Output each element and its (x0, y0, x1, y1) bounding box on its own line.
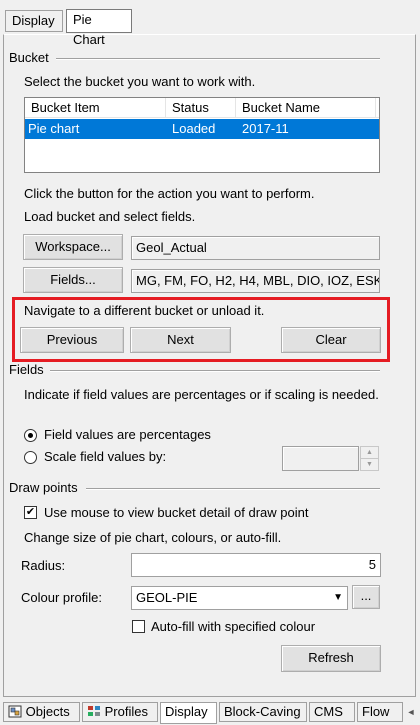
column-header-status[interactable]: Status (166, 98, 236, 118)
bucket-instruction: Select the bucket you want to work with. (24, 74, 256, 89)
colour-profile-browse-button[interactable]: ... (352, 585, 380, 609)
colour-profile-label: Colour profile: (21, 590, 102, 605)
tab-display[interactable]: Display (5, 10, 63, 32)
scale-radio-label[interactable]: Scale field values by: (44, 449, 166, 465)
colour-profile-select[interactable]: GEOL-PIE ▼ (131, 586, 348, 610)
chevron-down-icon[interactable]: ▼ (333, 587, 343, 609)
draw-points-group-divider (86, 488, 380, 490)
refresh-button[interactable]: Refresh (281, 645, 381, 672)
fields-group-title: Fields (9, 362, 44, 377)
table-row[interactable]: Pie chart Loaded 2017-11 (25, 119, 379, 139)
fields-instruction: Indicate if field values are percentages… (24, 387, 379, 402)
fields-field[interactable]: MG, FM, FO, H2, H4, MBL, DIO, IOZ, ESK, (131, 269, 380, 293)
tab-profiles-label: Profiles (104, 704, 148, 719)
load-instruction: Load bucket and select fields. (24, 209, 196, 224)
use-mouse-label[interactable]: Use mouse to view bucket detail of draw … (44, 505, 308, 521)
colour-profile-value: GEOL-PIE (136, 590, 198, 605)
workspace-button[interactable]: Workspace... (23, 234, 123, 260)
row-bucket-item: Pie chart (28, 121, 80, 136)
scale-radio[interactable] (24, 451, 37, 464)
next-button[interactable]: Next (130, 327, 231, 353)
spinner-down-icon[interactable]: ▼ (361, 459, 378, 470)
radius-label: Radius: (21, 558, 66, 573)
clear-button[interactable]: Clear (281, 327, 381, 353)
objects-icon (8, 705, 22, 718)
previous-button[interactable]: Previous (20, 327, 124, 353)
spinner-up-icon[interactable]: ▲ (361, 447, 378, 459)
profiles-icon (88, 706, 100, 716)
column-header-bucket-item[interactable]: Bucket Item (25, 98, 166, 118)
use-mouse-checkbox[interactable]: ✔ (24, 506, 37, 519)
column-header-bucket-name[interactable]: Bucket Name (236, 98, 376, 118)
tab-block-caving[interactable]: Block-Caving (219, 702, 307, 722)
tab-flow[interactable]: Flow (357, 702, 403, 722)
autofill-checkbox[interactable] (132, 620, 145, 633)
workspace-field[interactable]: Geol_Actual (131, 236, 380, 260)
tab-pie-chart[interactable]: Pie Chart (66, 9, 132, 47)
fields-button[interactable]: Fields... (23, 267, 123, 293)
radius-input[interactable]: 5 (131, 553, 381, 577)
action-instruction: Click the button for the action you want… (24, 186, 315, 201)
bucket-group-title: Bucket (9, 50, 49, 65)
bucket-list[interactable]: Bucket Item Status Bucket Name Pie chart… (24, 97, 380, 173)
scale-value-input[interactable] (282, 446, 359, 471)
row-bucket-name: 2017-11 (242, 121, 289, 136)
change-instruction: Change size of pie chart, colours, or au… (24, 530, 282, 545)
tab-display-bottom[interactable]: Display (160, 702, 217, 724)
fields-group-divider (50, 370, 380, 372)
bucket-list-header: Bucket Item Status Bucket Name (25, 98, 379, 118)
tab-cms[interactable]: CMS (309, 702, 355, 722)
navigate-instruction: Navigate to a different bucket or unload… (24, 303, 265, 318)
tab-objects-label: Objects (25, 704, 70, 719)
percentages-radio-label[interactable]: Field values are percentages (44, 427, 211, 443)
draw-points-group-title: Draw points (9, 480, 78, 495)
tab-objects[interactable]: Objects (3, 702, 80, 722)
autofill-label[interactable]: Auto-fill with specified colour (151, 619, 315, 635)
chevron-left-icon[interactable]: ◄ (404, 704, 418, 721)
scale-spinner[interactable]: ▲ ▼ (360, 446, 379, 471)
row-status: Loaded (172, 121, 216, 136)
tab-profiles[interactable]: Profiles (82, 702, 158, 722)
bucket-group-divider (56, 58, 380, 60)
percentages-radio[interactable] (24, 429, 37, 442)
